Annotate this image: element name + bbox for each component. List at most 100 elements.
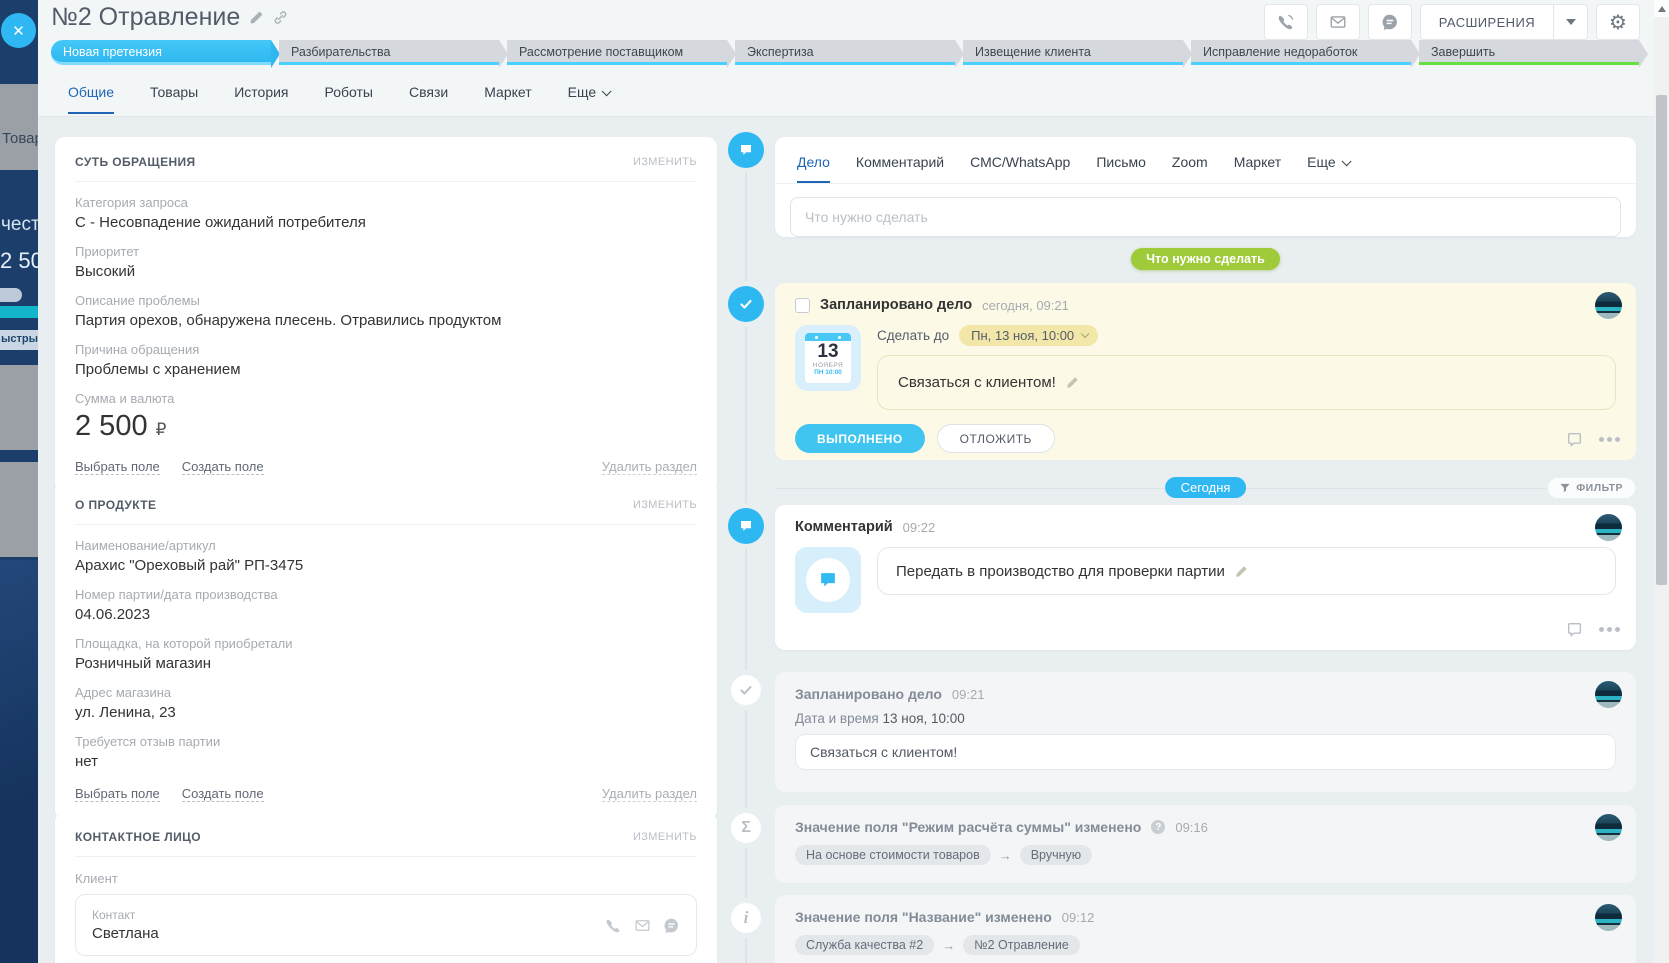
ttab-comment[interactable]: Комментарий — [856, 154, 944, 183]
stage-supplier-review[interactable]: Рассмотрение поставщиком — [507, 40, 727, 65]
section-about-product: О ПРОДУКТЕ изменить Наименование/артикул… — [55, 480, 717, 820]
field-batch-recall: Требуется отзыв партии нет — [75, 734, 697, 770]
note-icon[interactable] — [1566, 431, 1583, 448]
tab-robots[interactable]: Роботы — [325, 84, 373, 114]
phone-icon[interactable] — [605, 917, 622, 934]
background-gradient — [0, 560, 38, 963]
note-icon[interactable] — [1566, 621, 1583, 638]
edit-pencil-icon[interactable] — [1066, 376, 1079, 389]
activity-text: Связаться с клиентом! — [898, 374, 1056, 391]
entity-tabs: Общие Товары История Роботы Связи Маркет… — [68, 84, 608, 114]
create-field-link[interactable]: Создать поле — [182, 786, 264, 802]
settings-button[interactable]: ⚙ — [1596, 4, 1640, 40]
call-button[interactable] — [1264, 4, 1308, 40]
avatar[interactable] — [1595, 681, 1622, 708]
field-label: Приоритет — [75, 244, 697, 259]
edit-section-link[interactable]: изменить — [633, 499, 697, 511]
deadline-label: Сделать до — [877, 328, 949, 343]
stage-client-notice[interactable]: Извещение клиента — [963, 40, 1183, 65]
more-actions-icon[interactable] — [1599, 437, 1620, 442]
tab-products[interactable]: Товары — [150, 84, 198, 114]
todo-hint-row: Что нужно сделать — [775, 248, 1636, 270]
avatar[interactable] — [1595, 814, 1622, 841]
field-value: ул. Ленина, 23 — [75, 704, 697, 721]
tab-market[interactable]: Маркет — [484, 84, 531, 114]
history-date-value: 13 ноя, 10:00 — [882, 711, 964, 726]
edit-section-link[interactable]: изменить — [633, 831, 697, 843]
stage-expertise[interactable]: Экспертиза — [735, 40, 955, 65]
old-value-pill: На основе стоимости товаров — [795, 845, 991, 865]
tab-history[interactable]: История — [234, 84, 288, 114]
tab-general[interactable]: Общие — [68, 84, 114, 114]
ttab-zoom[interactable]: Zoom — [1172, 154, 1208, 183]
copy-link-icon[interactable] — [273, 10, 288, 25]
avatar[interactable] — [1595, 904, 1622, 931]
edit-pencil-icon[interactable] — [1235, 565, 1248, 578]
calendar-rings — [805, 333, 851, 341]
help-icon[interactable]: ? — [1151, 820, 1165, 834]
avatar[interactable] — [1595, 514, 1622, 541]
extensions-dropdown-button[interactable] — [1553, 5, 1587, 39]
comment-icon-tile — [795, 547, 861, 613]
field-label: Причина обращения — [75, 342, 697, 357]
comment-time: 09:22 — [903, 520, 936, 535]
activity-checkbox[interactable] — [795, 298, 810, 313]
select-field-link[interactable]: Выбрать поле — [75, 786, 160, 802]
ttab-sms-whatsapp[interactable]: СМС/WhatsApp — [970, 154, 1070, 183]
stage-fixes[interactable]: Исправление недоработок — [1191, 40, 1411, 65]
section-header: СУТЬ ОБРАЩЕНИЯ изменить — [75, 155, 697, 182]
close-slider-button[interactable]: ✕ — [1, 13, 36, 48]
scroll-up-button[interactable] — [1654, 0, 1669, 17]
chat-bubble-icon — [818, 570, 838, 590]
planned-activity-card: Запланировано дело сегодня, 09:21 13 НОЯ… — [775, 283, 1636, 460]
mail-icon[interactable] — [634, 917, 651, 934]
delete-section-link[interactable]: Удалить раздел — [602, 459, 697, 475]
deadline-picker[interactable]: Пн, 13 ноя, 10:00 — [959, 325, 1098, 346]
todo-input[interactable] — [790, 197, 1621, 237]
activity-text-box[interactable]: Связаться с клиентом! — [877, 355, 1616, 410]
calendar-dow-time: ПН 10:00 — [805, 369, 851, 376]
email-button[interactable] — [1316, 4, 1360, 40]
filter-button[interactable]: ФИЛЬТР — [1547, 477, 1636, 499]
speech-bubble-icon — [738, 142, 754, 158]
stage-finish[interactable]: Завершить — [1419, 40, 1639, 65]
field-priority: Приоритет Высокий — [75, 244, 697, 280]
ttab-activity[interactable]: Дело — [797, 154, 830, 183]
field-value: Проблемы с хранением — [75, 361, 697, 378]
comment-title: Комментарий — [795, 519, 893, 535]
comment-icon — [738, 518, 754, 534]
tab-links[interactable]: Связи — [409, 84, 448, 114]
comment-text-box[interactable]: Передать в производство для проверки пар… — [877, 547, 1616, 595]
section-contact-person: КОНТАКТНОЕ ЛИЦО изменить Клиент Контакт … — [55, 812, 717, 963]
ttab-more[interactable]: Еще — [1307, 154, 1348, 183]
claim-detail-panel: №2 Отравление РАСШИРЕНИЯ — [38, 0, 1654, 963]
section-claim-essence: СУТЬ ОБРАЩЕНИЯ изменить Категория запрос… — [55, 137, 717, 493]
edit-section-link[interactable]: изменить — [633, 156, 697, 168]
edit-title-icon[interactable] — [249, 10, 264, 25]
delete-section-link[interactable]: Удалить раздел — [602, 786, 697, 802]
ttab-letter[interactable]: Письмо — [1096, 154, 1146, 183]
contact-card[interactable]: Контакт Светлана — [75, 894, 697, 956]
extensions-button[interactable]: РАСШИРЕНИЯ — [1421, 5, 1553, 39]
scrollbar-thumb[interactable] — [1656, 95, 1667, 585]
tab-more[interactable]: Еще — [568, 84, 609, 114]
more-actions-icon[interactable] — [1599, 627, 1620, 632]
avatar[interactable] — [1595, 292, 1622, 319]
today-pill[interactable]: Сегодня — [1165, 477, 1247, 498]
todo-hint-pill[interactable]: Что нужно сделать — [1131, 248, 1280, 270]
history-time: 09:21 — [952, 687, 985, 702]
messenger-icon[interactable] — [663, 917, 680, 934]
postpone-button[interactable]: ОТЛОЖИТЬ — [937, 424, 1055, 453]
field-label: Сумма и валюта — [75, 391, 697, 406]
select-field-link[interactable]: Выбрать поле — [75, 459, 160, 475]
stage-new-claim[interactable]: Новая претензия — [51, 40, 271, 65]
stage-investigation[interactable]: Разбирательства — [279, 40, 499, 65]
vertical-scrollbar[interactable] — [1654, 0, 1669, 963]
done-button[interactable]: ВЫПОЛНЕНО — [795, 424, 925, 453]
check-icon — [738, 296, 754, 312]
background-block — [0, 84, 38, 170]
ttab-market[interactable]: Маркет — [1234, 154, 1281, 183]
chat-button[interactable] — [1368, 4, 1412, 40]
currency-sign: ₽ — [156, 420, 167, 440]
create-field-link[interactable]: Создать поле — [182, 459, 264, 475]
